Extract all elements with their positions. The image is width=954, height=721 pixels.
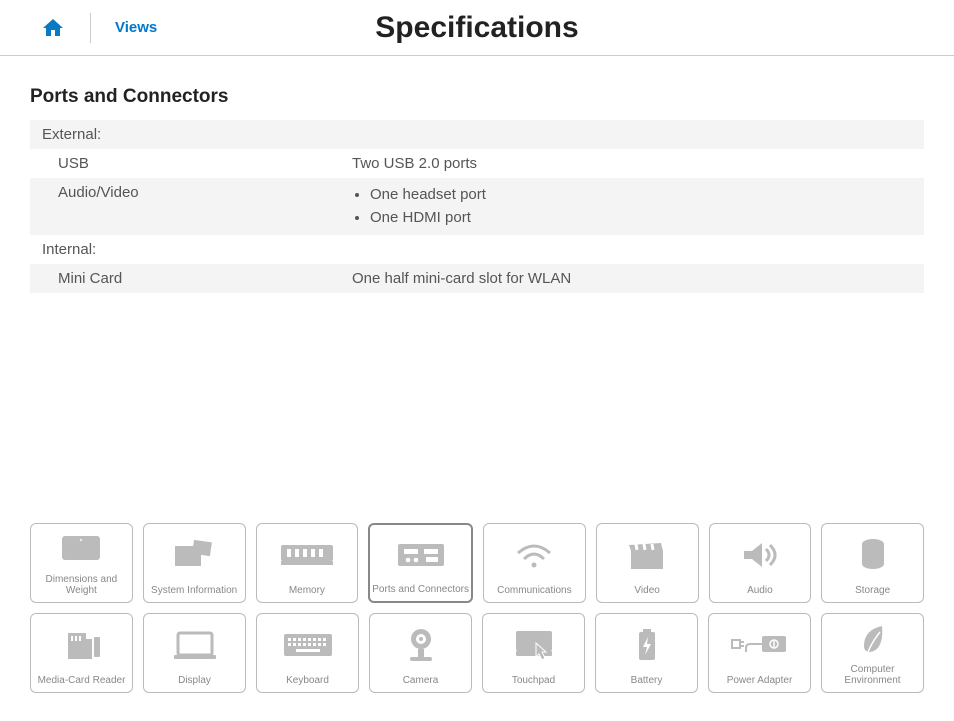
nav-label: Keyboard (284, 675, 331, 686)
nav-label: Audio (745, 585, 775, 596)
nav-label: Computer Environment (822, 664, 923, 686)
nav-label: Battery (629, 675, 665, 686)
power-adapter-icon (730, 632, 790, 658)
spec-label: Audio/Video (30, 178, 340, 235)
divider (90, 13, 91, 43)
nav-label: Ports and Connectors (370, 584, 471, 595)
section-title: Ports and Connectors (30, 86, 924, 108)
speaker-icon (740, 539, 780, 571)
nav-video[interactable]: Video (596, 523, 699, 603)
nav-environment[interactable]: Computer Environment (821, 613, 924, 693)
nav-label: Media-Card Reader (36, 675, 128, 686)
nav-label: System Information (149, 585, 239, 596)
keyboard-icon (282, 632, 334, 658)
nav-label: Camera (401, 675, 441, 686)
motherboard-icon (171, 538, 217, 572)
nav-memory[interactable]: Memory (256, 523, 359, 603)
sd-card-icon (62, 629, 102, 661)
group-header: External: (30, 120, 340, 149)
nav-storage[interactable]: Storage (821, 523, 924, 603)
table-row: USB Two USB 2.0 ports (30, 149, 924, 178)
content-area: Ports and Connectors External: USB Two U… (0, 56, 954, 293)
clapper-icon (627, 539, 667, 571)
nav-touchpad[interactable]: Touchpad (482, 613, 585, 693)
list-item: One HDMI port (370, 207, 912, 230)
nav-label: Display (176, 675, 213, 686)
nav-dimensions[interactable]: Dimensions and Weight (30, 523, 133, 603)
memory-icon (279, 543, 335, 567)
camera-icon (404, 627, 438, 663)
home-icon[interactable] (40, 16, 66, 40)
nav-ports[interactable]: Ports and Connectors (368, 523, 473, 603)
nav-label: Storage (853, 585, 892, 596)
ports-icon (396, 542, 446, 568)
nav-media-card[interactable]: Media-Card Reader (30, 613, 133, 693)
table-row: Mini Card One half mini-card slot for WL… (30, 264, 924, 293)
nav-battery[interactable]: Battery (595, 613, 698, 693)
nav-label: Communications (495, 585, 573, 596)
spec-label: Mini Card (30, 264, 340, 293)
top-bar: Views Specifications (0, 0, 954, 56)
nav-keyboard[interactable]: Keyboard (256, 613, 359, 693)
nav-power-adapter[interactable]: Power Adapter (708, 613, 811, 693)
group-header: Internal: (30, 235, 340, 264)
nav-label: Dimensions and Weight (31, 574, 132, 596)
touchpad-icon (512, 627, 556, 663)
nav-audio[interactable]: Audio (709, 523, 812, 603)
nav-communications[interactable]: Communications (483, 523, 586, 603)
table-row: Audio/Video One headset port One HDMI po… (30, 178, 924, 235)
spec-value: Two USB 2.0 ports (340, 149, 924, 178)
spec-value: One headset port One HDMI port (340, 178, 924, 235)
nav-display[interactable]: Display (143, 613, 246, 693)
nav-camera[interactable]: Camera (369, 613, 472, 693)
table-row: External: (30, 120, 924, 149)
display-icon (172, 629, 218, 661)
leaf-icon (858, 622, 888, 656)
nav-label: Video (632, 585, 661, 596)
nav-label: Power Adapter (725, 675, 795, 686)
nav-label: Touchpad (510, 675, 557, 686)
nav-label: Memory (287, 585, 327, 596)
spec-label: USB (30, 149, 340, 178)
table-row: Internal: (30, 235, 924, 264)
storage-icon (858, 538, 888, 572)
battery-icon (636, 627, 658, 663)
nav-system-info[interactable]: System Information (143, 523, 246, 603)
spec-table: External: USB Two USB 2.0 ports Audio/Vi… (30, 120, 924, 293)
bottom-nav: Dimensions and Weight System Information… (0, 523, 954, 703)
list-item: One headset port (370, 184, 912, 207)
wifi-icon (514, 539, 554, 571)
spec-value: One half mini-card slot for WLAN (340, 264, 924, 293)
views-link[interactable]: Views (115, 19, 157, 36)
laptop-closed-icon (56, 532, 106, 566)
